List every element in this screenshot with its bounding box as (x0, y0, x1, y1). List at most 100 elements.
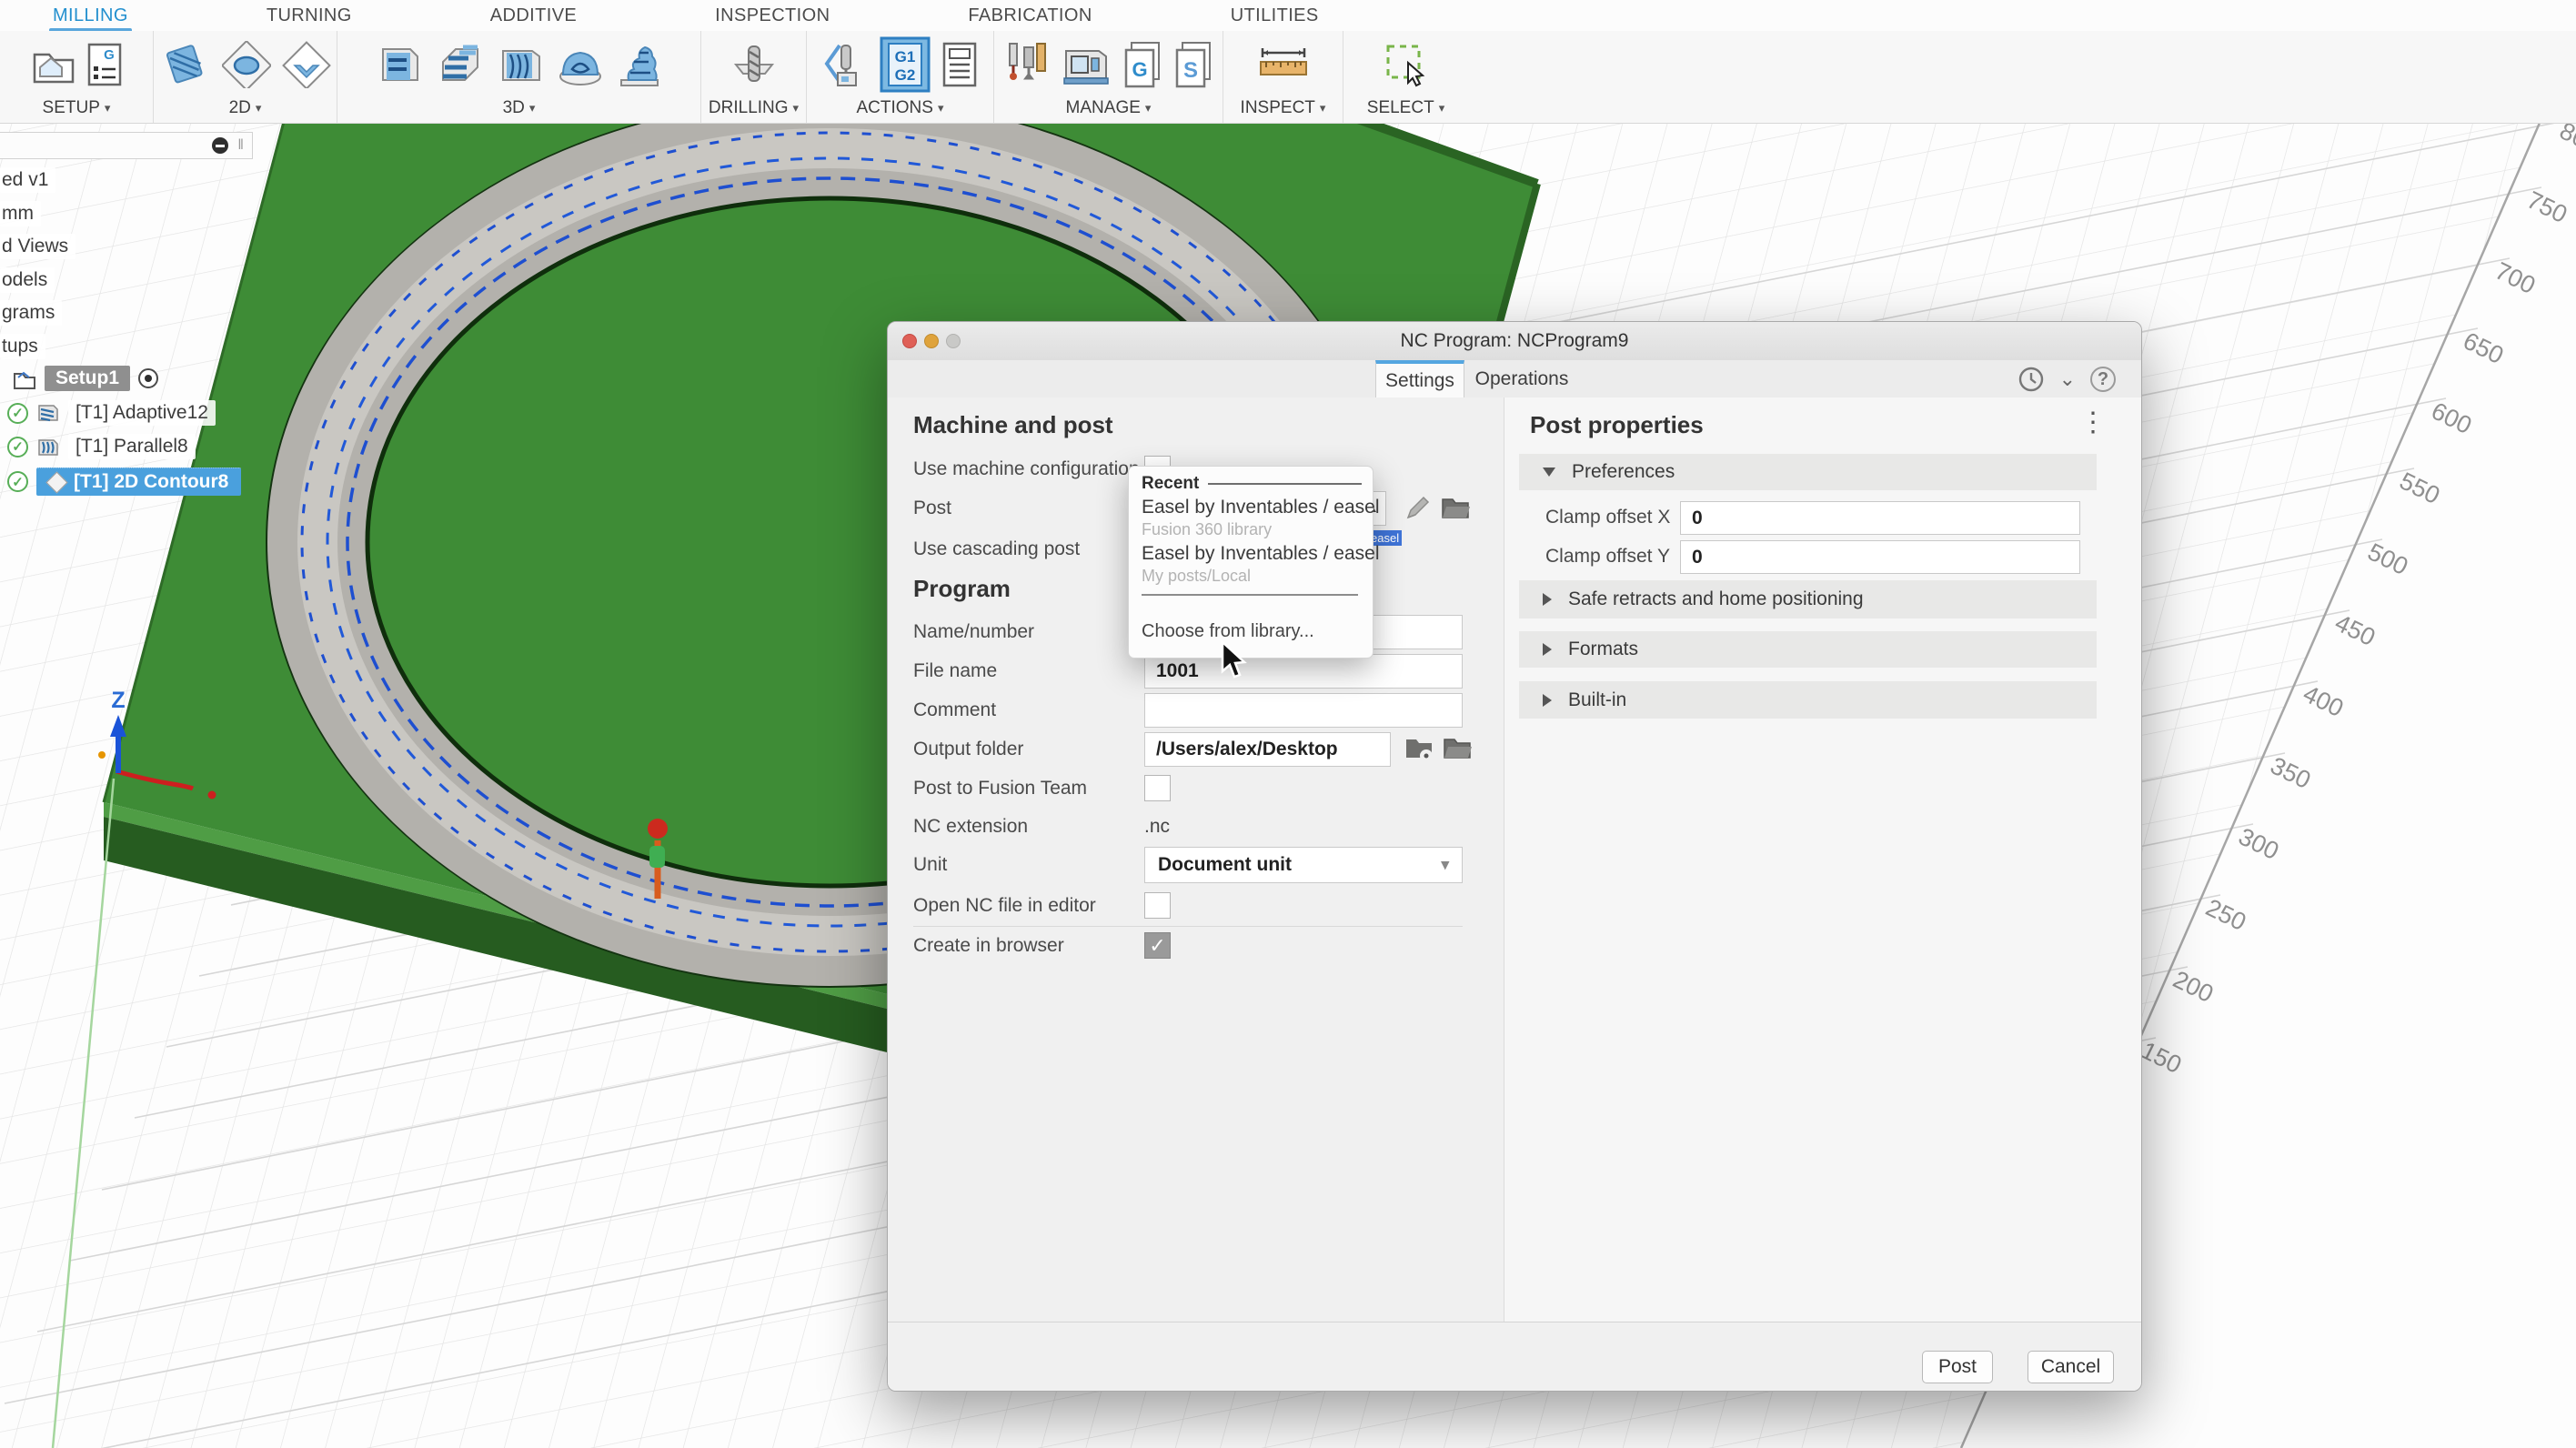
dialog-footer: Post Cancel (888, 1322, 2141, 1391)
browse-output-folder-icon[interactable] (1443, 736, 1474, 761)
inspect-group-label[interactable]: INSPECT (1241, 98, 1326, 118)
comment-label: Comment (913, 698, 996, 723)
tab-milling[interactable]: MILLING (53, 5, 128, 26)
setup1-label[interactable]: Setup1 (45, 366, 130, 391)
browser-header[interactable]: ‖ (0, 132, 253, 159)
dialog-title: NC Program: NCProgram9 (888, 322, 2141, 360)
dialog-header-icons (2018, 366, 2116, 393)
section-safe-retracts[interactable]: Safe retracts and home positioning (1519, 580, 2097, 618)
toolbar-group-drilling: DRILLING (700, 31, 806, 123)
view-output-folder-icon[interactable] (1404, 736, 1435, 763)
dialog-tab-settings[interactable]: Settings (1375, 360, 1464, 397)
help-icon[interactable] (2090, 367, 2116, 392)
2d-contour-icon[interactable] (282, 41, 331, 88)
menu-item-choose-from-library[interactable]: Choose from library... (1142, 621, 1314, 642)
cancel-button[interactable]: Cancel (2028, 1351, 2114, 1383)
open-post-folder-icon[interactable] (1441, 496, 1472, 521)
operation-label: [T1] Adaptive12 (68, 400, 216, 426)
dialog-titlebar[interactable]: NC Program: NCProgram9 (888, 322, 2141, 361)
toolbar-group-2d: 2D (153, 31, 337, 123)
tab-inspection[interactable]: INSPECTION (715, 5, 830, 26)
drill-icon[interactable] (730, 41, 778, 88)
browser-item-named-views[interactable]: d Views (0, 234, 75, 259)
post-to-fusion-team-checkbox[interactable] (1144, 775, 1171, 801)
operation-row-contour[interactable]: [T1] 2D Contour8 (7, 468, 241, 496)
section-preferences[interactable]: Preferences (1519, 454, 2097, 490)
nc-program-icon[interactable]: G (87, 43, 122, 86)
3d-spiral-icon[interactable] (616, 40, 663, 89)
post-properties-panel: Post properties Preferences Clamp offset… (1504, 397, 2141, 1322)
output-folder-input[interactable]: /Users/alex/Desktop (1144, 732, 1391, 767)
operation-label: [T1] Parallel8 (68, 434, 196, 459)
measure-icon[interactable] (1255, 44, 1312, 85)
unit-label: Unit (913, 852, 947, 878)
setup-group-label[interactable]: SETUP (43, 98, 111, 118)
clamp-offset-y-label: Clamp offset Y (1545, 544, 1670, 569)
post-button[interactable]: Post (1922, 1351, 1993, 1383)
menu-divider (1142, 594, 1358, 596)
2d-group-label[interactable]: 2D (229, 98, 262, 118)
3d-scallop-icon[interactable] (556, 42, 605, 87)
select-group-label[interactable]: SELECT (1367, 98, 1444, 118)
tab-fabrication[interactable]: FABRICATION (968, 5, 1092, 26)
open-nc-file-label: Open NC file in editor (913, 893, 1096, 919)
operation-valid-icon (7, 437, 28, 458)
browser-item-models[interactable]: odels (0, 267, 55, 293)
section-formats[interactable]: Formats (1519, 631, 2097, 668)
open-nc-file-checkbox[interactable] (1144, 892, 1171, 919)
name-number-label: Name/number (913, 619, 1034, 645)
chevron-down-icon[interactable] (2059, 375, 2076, 384)
2d-adaptive-icon[interactable] (160, 41, 211, 88)
machine-and-post-heading: Machine and post (913, 411, 1113, 439)
manage-group-label[interactable]: MANAGE (1066, 98, 1152, 118)
actions-group-label[interactable]: ACTIONS (857, 98, 944, 118)
menu-item-post-2[interactable]: Easel by Inventables / easel (1142, 543, 1380, 565)
drilling-group-label[interactable]: DRILLING (709, 98, 799, 118)
simulate-icon[interactable] (823, 40, 869, 89)
selected-operation[interactable]: [T1] 2D Contour8 (36, 468, 241, 496)
collapse-browser-icon[interactable] (212, 137, 228, 154)
browser-setup1-row[interactable]: Setup1 (13, 366, 158, 391)
3d-parallel-icon[interactable] (496, 40, 545, 89)
post-library-icon[interactable]: G (1122, 40, 1162, 89)
browser-drag-handle[interactable]: ‖ (237, 137, 245, 154)
tab-utilities[interactable]: UTILITIES (1231, 5, 1319, 26)
ribbon-toolbar: G SETUP 2D (0, 31, 2576, 124)
tab-turning[interactable]: TURNING (267, 5, 352, 26)
edit-post-pencil-icon[interactable] (1403, 494, 1432, 523)
tool-library-icon[interactable] (1004, 40, 1050, 89)
browser-item-setups[interactable]: tups (0, 334, 45, 359)
post-properties-menu-icon[interactable] (2079, 414, 2107, 432)
comment-input[interactable] (1144, 693, 1463, 728)
3d-adaptive-icon[interactable] (376, 40, 425, 89)
dialog-tabbar: Settings Operations (888, 360, 2141, 398)
machine-library-icon[interactable] (1061, 42, 1112, 87)
tab-additive[interactable]: ADDITIVE (490, 5, 577, 26)
x-axis-dot (208, 791, 216, 799)
dialog-tab-operations[interactable]: Operations (1466, 360, 1577, 397)
select-icon[interactable] (1383, 41, 1430, 88)
browser-item-units[interactable]: mm (0, 201, 41, 226)
browser-item-document[interactable]: ed v1 (0, 167, 55, 193)
post-process-icon[interactable]: G1 G2 (880, 36, 931, 93)
2d-pocket-icon[interactable] (222, 41, 271, 88)
mouse-cursor (1219, 640, 1255, 680)
recent-posts-history-icon[interactable] (2018, 366, 2045, 393)
3d-group-label[interactable]: 3D (503, 98, 536, 118)
file-name-input[interactable]: 1001 (1144, 654, 1463, 689)
operation-row-adaptive[interactable]: [T1] Adaptive12 (7, 400, 216, 426)
template-library-icon[interactable]: S (1173, 40, 1213, 89)
create-in-browser-checkbox[interactable] (1144, 932, 1171, 959)
section-built-in[interactable]: Built-in (1519, 681, 2097, 719)
3d-pocket-icon[interactable] (436, 40, 485, 89)
menu-item-post-1[interactable]: Easel by Inventables / easel (1142, 497, 1380, 518)
browser-item-programs[interactable]: grams (0, 300, 62, 326)
operation-row-parallel[interactable]: [T1] Parallel8 (7, 434, 196, 459)
setup-sheet-icon[interactable] (941, 41, 978, 88)
unit-select[interactable]: Document unit (1144, 847, 1463, 883)
menu-item-post-1-subtitle: Fusion 360 library (1142, 520, 1272, 539)
active-setup-radio-icon[interactable] (138, 368, 158, 388)
clamp-offset-y-input[interactable]: 0 (1680, 540, 2080, 574)
clamp-offset-x-input[interactable]: 0 (1680, 501, 2080, 535)
new-setup-icon[interactable] (31, 44, 76, 85)
